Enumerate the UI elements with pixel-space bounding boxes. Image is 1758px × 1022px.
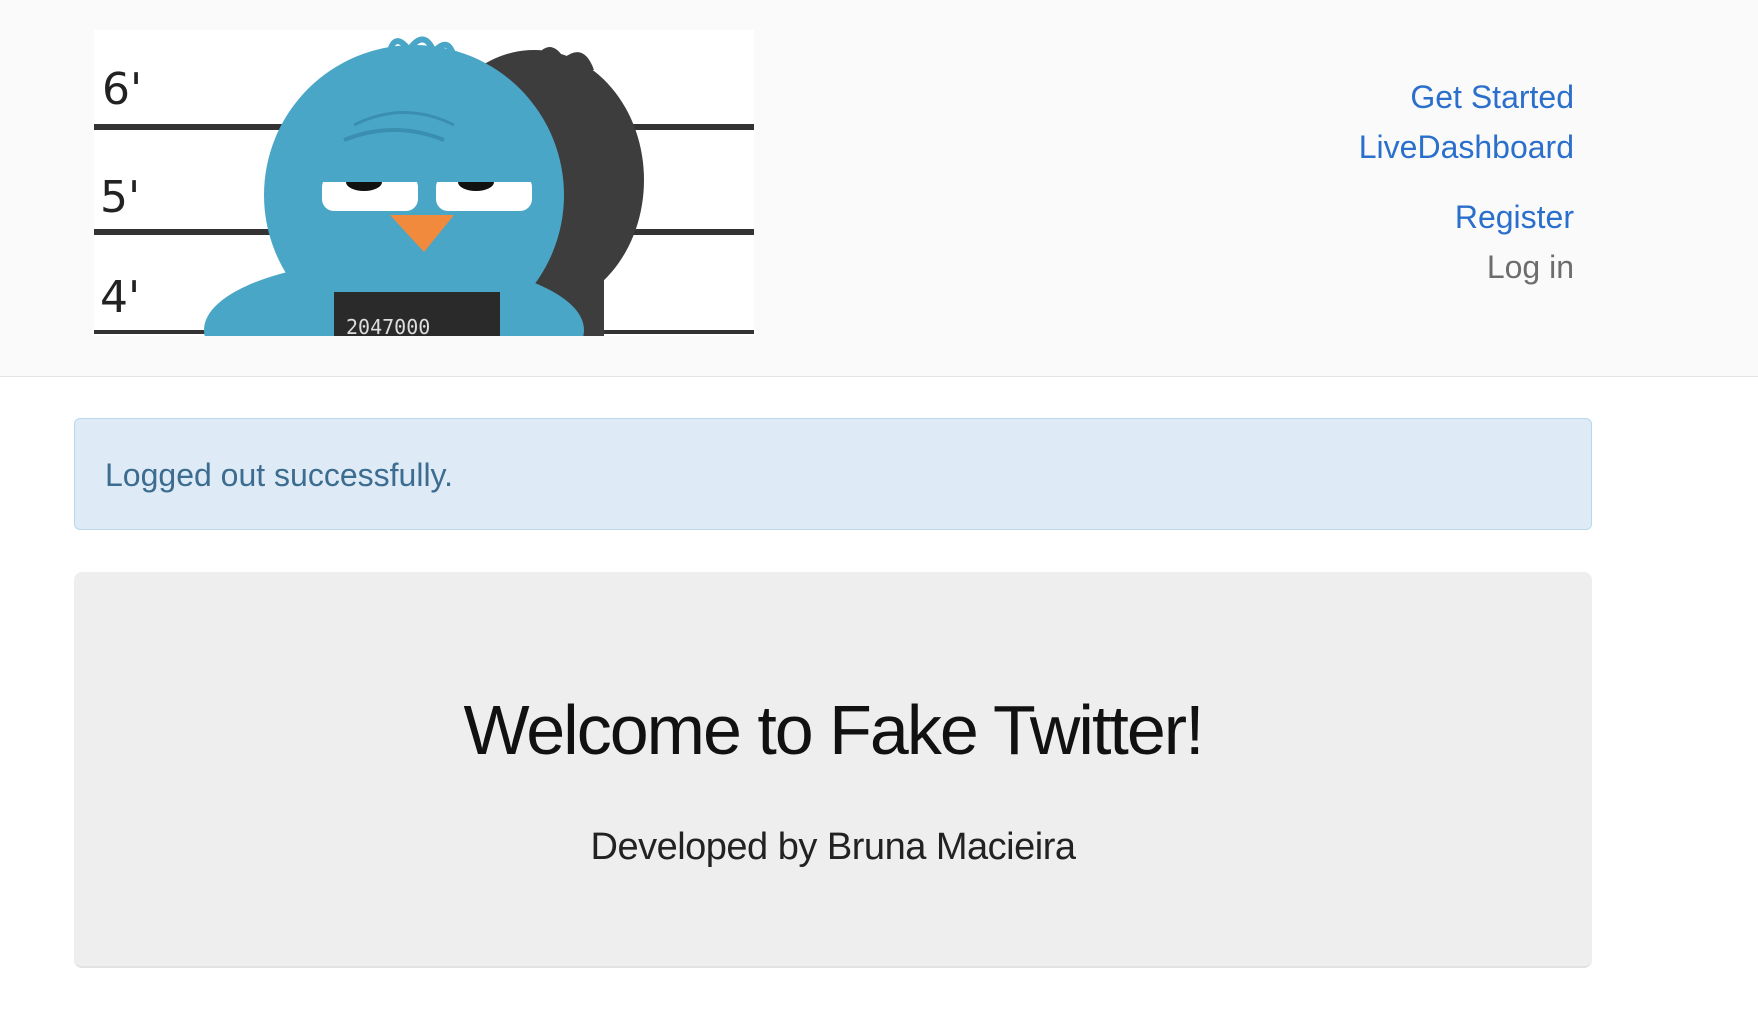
live-dashboard-link[interactable]: LiveDashboard bbox=[1359, 122, 1574, 172]
hero-subtitle: Developed by Bruna Macieira bbox=[590, 826, 1077, 868]
hero-title: Welcome to Fake Twitter! bbox=[463, 691, 1204, 769]
logo-image[interactable]: 6' 5' 4' 2047000 bbox=[94, 30, 754, 336]
login-link[interactable]: Log in bbox=[1359, 242, 1574, 292]
get-started-link[interactable]: Get Started bbox=[1359, 72, 1574, 122]
register-link[interactable]: Register bbox=[1359, 192, 1574, 242]
mugshot-placard: 2047000 bbox=[334, 292, 500, 336]
welcome-hero: Welcome to Fake Twitter! Developed by Br… bbox=[74, 572, 1592, 968]
height-label-5: 5' bbox=[100, 172, 140, 223]
mugshot-bird-illustration: 6' 5' 4' 2047000 bbox=[94, 30, 754, 336]
svg-text:2047000: 2047000 bbox=[346, 315, 430, 336]
height-label-4: 4' bbox=[100, 272, 140, 323]
header-nav: Get Started LiveDashboard Register Log i… bbox=[1359, 72, 1574, 292]
flash-info-alert: Logged out successfully. bbox=[74, 418, 1592, 530]
height-label-6: 6' bbox=[102, 64, 142, 115]
site-header: 6' 5' 4' 2047000 Get Started LiveDashboa… bbox=[0, 0, 1758, 377]
